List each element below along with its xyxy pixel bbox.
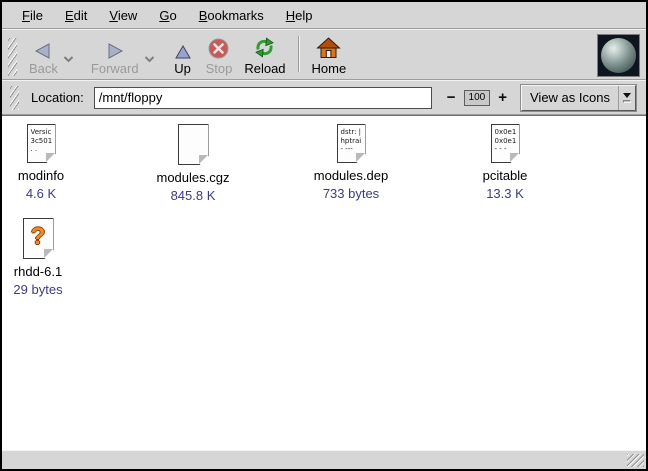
file-item-modinfo[interactable]: Versic 3c501 . . modinfo 4.6 K: [2, 124, 80, 201]
file-name: modules.cgz: [157, 170, 230, 185]
icon-preview-line: 0x0e1: [495, 128, 517, 137]
icon-preview-line: Versic: [31, 128, 53, 137]
text-file-icon: 0x0e1 0x0e1 - - -: [491, 124, 520, 163]
icon-preview-line: 0x0e1: [495, 137, 517, 146]
file-item-rhdd[interactable]: ? rhdd-6.1 29 bytes: [2, 218, 74, 297]
menu-bar: File Edit View Go Bookmarks Help: [2, 2, 646, 29]
menu-view[interactable]: View: [98, 6, 148, 25]
page-fold-icon: [46, 153, 55, 162]
file-name: modinfo: [18, 168, 64, 183]
back-label: Back: [29, 61, 58, 76]
reload-button[interactable]: Reload: [242, 34, 287, 76]
file-size: 29 bytes: [13, 282, 62, 297]
file-size: 733 bytes: [323, 186, 379, 201]
file-name: modules.dep: [314, 168, 388, 183]
file-item-pcitable[interactable]: 0x0e1 0x0e1 - - - pcitable 13.3 K: [464, 124, 546, 201]
text-file-icon: Versic 3c501 . .: [27, 124, 56, 163]
back-arrow-icon: [33, 34, 53, 60]
icon-preview-line: 3c501: [31, 137, 53, 146]
unknown-file-icon: ?: [23, 218, 54, 259]
zoom-out-button[interactable]: −: [445, 90, 458, 105]
file-size: 845.8 K: [171, 188, 216, 203]
zoom-level-indicator: 100: [464, 90, 491, 106]
menu-help[interactable]: Help: [275, 6, 324, 25]
dropdown-indicator-icon: [618, 86, 635, 110]
menu-bookmarks[interactable]: Bookmarks: [188, 6, 275, 25]
home-button[interactable]: Home: [310, 34, 349, 76]
document-file-icon: [178, 124, 209, 165]
location-bar-drag-handle[interactable]: [10, 86, 19, 110]
file-item-modules-cgz[interactable]: modules.cgz 845.8 K: [154, 124, 232, 203]
stop-label: Stop: [206, 61, 233, 76]
forward-arrow-icon: [105, 34, 125, 60]
up-button[interactable]: Up: [172, 34, 194, 76]
page-fold-icon: [510, 153, 519, 162]
toolbar-separator: [298, 36, 300, 72]
location-label: Location:: [31, 90, 84, 105]
page-fold-icon: [199, 155, 208, 164]
location-input[interactable]: [94, 87, 432, 109]
menu-file[interactable]: File: [11, 6, 54, 25]
back-history-dropdown-icon[interactable]: [60, 51, 77, 69]
back-button[interactable]: Back: [27, 34, 60, 76]
file-name: rhdd-6.1: [14, 264, 62, 279]
forward-label: Forward: [91, 61, 139, 76]
text-file-icon: dstr: | hptrai - ---: [337, 124, 366, 163]
file-name: pcitable: [483, 168, 528, 183]
reload-label: Reload: [244, 61, 285, 76]
forward-history-dropdown-icon[interactable]: [141, 51, 158, 69]
stop-button[interactable]: Stop: [204, 34, 235, 76]
file-icon-view: Versic 3c501 . . modinfo 4.6 K modules.c…: [2, 115, 646, 450]
file-size: 13.3 K: [486, 186, 524, 201]
file-manager-window: File Edit View Go Bookmarks Help Back Fo…: [0, 0, 648, 471]
view-mode-dropdown[interactable]: View as Icons: [521, 85, 636, 111]
zoom-in-button[interactable]: +: [496, 90, 509, 105]
up-label: Up: [174, 61, 191, 76]
toolbar-drag-handle[interactable]: [8, 38, 17, 76]
stop-icon: [207, 34, 230, 60]
resize-grip[interactable]: [627, 454, 644, 467]
throbber: [597, 34, 640, 77]
up-arrow-icon: [174, 34, 192, 60]
status-bar: [2, 450, 646, 469]
menu-edit[interactable]: Edit: [54, 6, 98, 25]
location-bar: Location: − 100 + View as Icons: [2, 80, 646, 115]
forward-button[interactable]: Forward: [89, 34, 141, 76]
icon-preview-line: hptrai: [341, 137, 363, 146]
menu-go[interactable]: Go: [148, 6, 187, 25]
home-icon: [316, 34, 341, 60]
reload-icon: [252, 34, 277, 60]
icon-preview-line: dstr: |: [341, 128, 363, 137]
toolbar: Back Forward Up: [2, 29, 646, 80]
file-item-modules-dep[interactable]: dstr: | hptrai - --- modules.dep 733 byt…: [308, 124, 394, 201]
page-fold-icon: [356, 153, 365, 162]
file-size: 4.6 K: [26, 186, 56, 201]
view-mode-label: View as Icons: [522, 86, 618, 110]
home-label: Home: [312, 61, 347, 76]
throbber-sphere-icon: [601, 38, 636, 73]
page-fold-icon: [44, 249, 53, 258]
